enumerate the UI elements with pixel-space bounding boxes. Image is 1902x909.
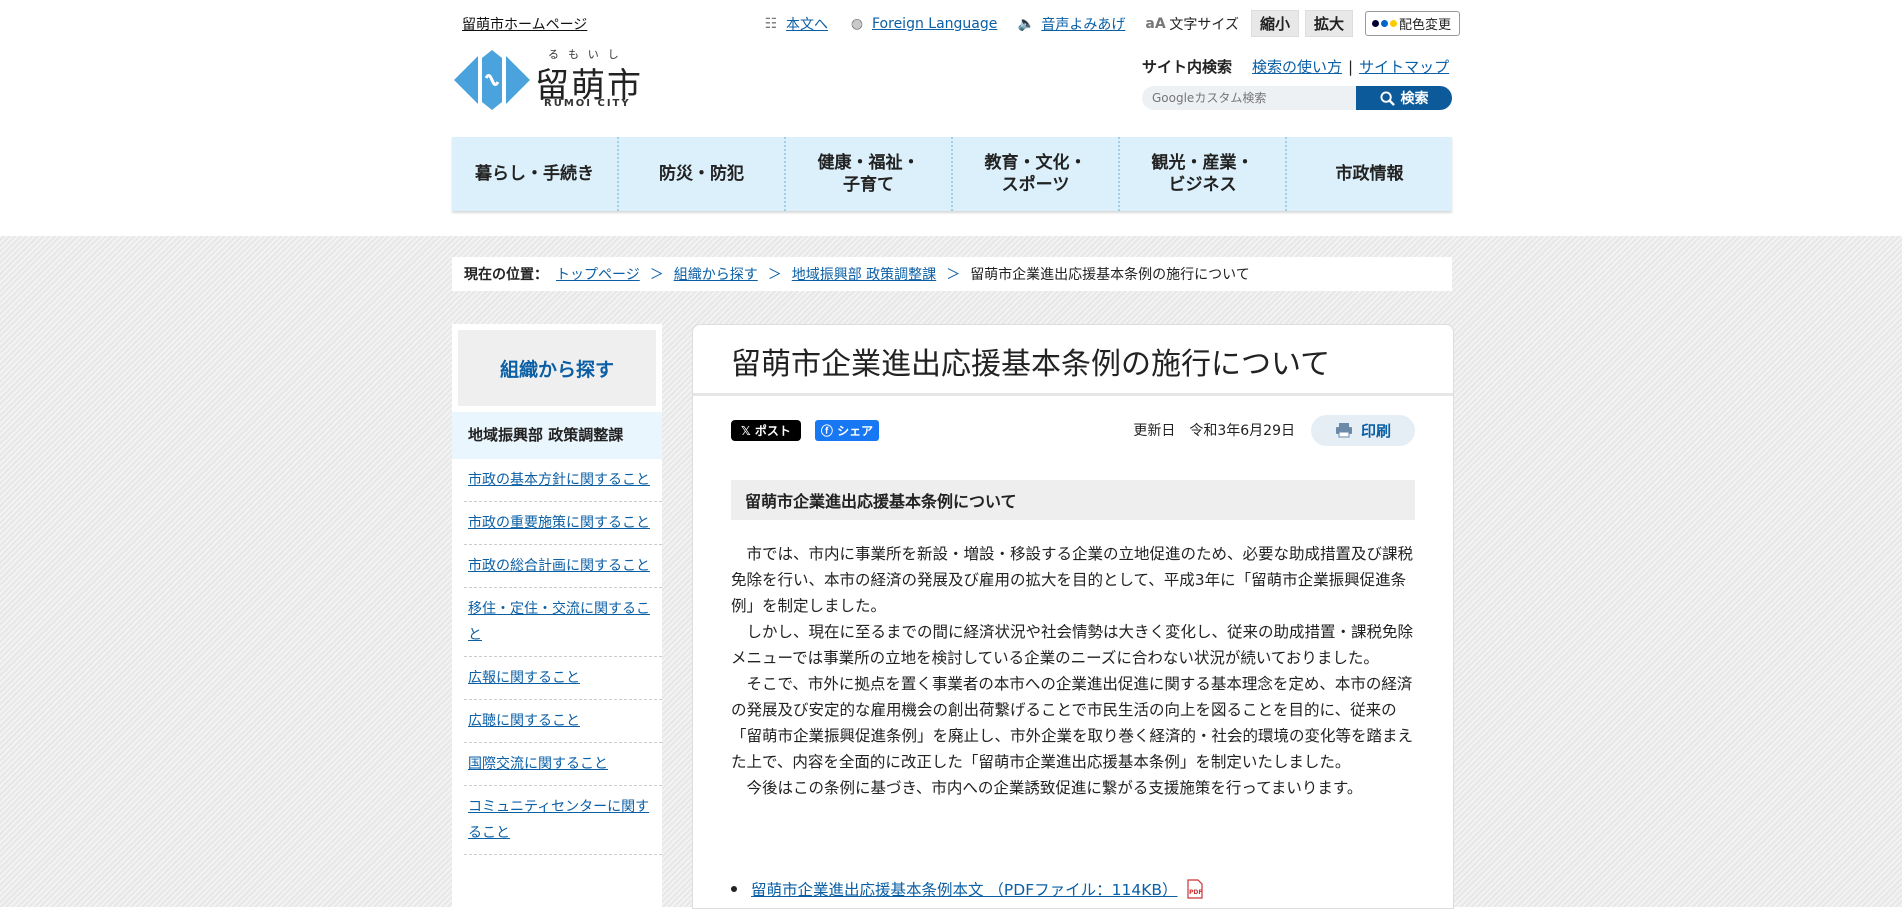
nav-item-health[interactable]: 健康・福祉・ 子育て [786, 137, 953, 211]
sitemap-link[interactable]: サイトマップ [1359, 56, 1449, 77]
search-header: サイト内検索 検索の使い方 | サイトマップ [1142, 56, 1449, 77]
paragraph: 今後はこの条例に基づき、市内への企業誘致促進に繋がる支援施策を行ってまいります。 [746, 779, 1363, 797]
page-title: 留萌市企業進出応援基本条例の施行について [693, 325, 1453, 396]
list-icon: ☷ [764, 15, 778, 32]
nav-item-tourism[interactable]: 観光・産業・ ビジネス [1120, 137, 1287, 211]
breadcrumb-item[interactable]: 組織から探す [674, 264, 758, 284]
print-button[interactable]: 印刷 [1310, 414, 1415, 446]
color-dot-icon [1390, 20, 1397, 27]
breadcrumb: 現在の位置： トップページ ＞ 組織から探す ＞ 地域振興部 政策調整課 ＞ 留… [452, 257, 1452, 291]
pdf-icon: PDF [1186, 879, 1203, 899]
chevron-right-icon: ＞ [767, 267, 782, 283]
sidebar-current[interactable]: 地域振興部 政策調整課 [452, 412, 662, 459]
home-link[interactable]: 留萌市ホームページ [462, 14, 587, 34]
sidebar-item[interactable]: 市政の総合計画に関すること [464, 545, 662, 588]
sidebar-item[interactable]: 移住・定住・交流に関すること [464, 588, 662, 657]
breadcrumb-label: 現在の位置： [464, 267, 548, 283]
sidebar-item[interactable]: 市政の基本方針に関すること [464, 459, 662, 502]
search-button[interactable]: 検索 [1356, 86, 1452, 110]
search-icon [1379, 90, 1395, 106]
nav-item-education[interactable]: 教育・文化・ スポーツ [953, 137, 1120, 211]
chevron-right-icon: ＞ [649, 267, 664, 283]
sidebar-item[interactable]: 広報に関すること [464, 657, 662, 700]
printer-icon [1335, 423, 1352, 438]
breadcrumb-current: 留萌市企業進出応援基本条例の施行について [970, 267, 1250, 283]
paragraph: そこで、市外に拠点を置く事業者の本市への企業進出促進に関する基本理念を定め、本市… [731, 675, 1414, 771]
speaker-icon: 🔈 [1017, 15, 1036, 32]
bullet-icon [731, 886, 737, 892]
font-enlarge-button[interactable]: 拡大 [1304, 10, 1353, 37]
x-post-button[interactable]: 𝕏 ポスト [731, 419, 801, 441]
paragraph: 市では、市内に事業所を新設・増設・移設する企業の立地促進のため、必要な助成措置及… [731, 545, 1414, 615]
pdf-document-link[interactable]: 留萌市企業進出応援基本条例本文 （PDFファイル：114KB） [751, 878, 1178, 900]
logo-en: RUMOI CITY [544, 98, 631, 109]
nav-item-city-info[interactable]: 市政情報 [1287, 137, 1452, 211]
paragraph: しかし、現在に至るまでの間に経済状況や社会情勢は大きく変化し、従来の助成措置・課… [731, 623, 1414, 667]
section-heading: 留萌市企業進出応援基本条例について [731, 480, 1415, 520]
search-input[interactable] [1142, 86, 1356, 110]
color-change-button[interactable]: 配色変更 [1365, 11, 1461, 36]
sidebar: 組織から探す 地域振興部 政策調整課 市政の基本方針に関すること 市政の重要施策… [452, 324, 662, 907]
font-size-label: aA 文字サイズ [1145, 15, 1239, 33]
main-content: 留萌市企業進出応援基本条例の施行について 𝕏 ポスト ⓕ シェア 更新日 令和3… [692, 324, 1454, 909]
meta-bar: 𝕏 ポスト ⓕ シェア 更新日 令和3年6月29日 印刷 [731, 414, 1415, 446]
x-icon: 𝕏 [741, 423, 755, 438]
sidebar-item[interactable]: 広聴に関すること [464, 700, 662, 743]
globe-icon: ◍ [850, 15, 864, 32]
voice-reading[interactable]: 🔈 音声よみあげ [1017, 14, 1126, 34]
global-nav: 暮らし・手続き 防災・防犯 健康・福祉・ 子育て 教育・文化・ スポーツ 観光・… [452, 137, 1452, 211]
nav-item-disaster[interactable]: 防災・防犯 [619, 137, 786, 211]
font-size-icon: aA [1145, 15, 1166, 32]
search-box: 検索 [1142, 86, 1452, 110]
chevron-right-icon: ＞ [946, 267, 961, 283]
sidebar-item[interactable]: コミュニティセンターに関すること [464, 786, 662, 855]
breadcrumb-item[interactable]: 地域振興部 政策調整課 [792, 264, 936, 284]
nav-item-living[interactable]: 暮らし・手続き [452, 137, 619, 211]
color-dot-icon [1372, 20, 1379, 27]
search-howto-link[interactable]: 検索の使い方 [1252, 56, 1342, 77]
facebook-share-button[interactable]: ⓕ シェア [814, 419, 880, 441]
breadcrumb-item[interactable]: トップページ [556, 264, 640, 284]
sidebar-item[interactable]: 国際交流に関すること [464, 743, 662, 786]
search-label: サイト内検索 [1142, 58, 1233, 76]
sidebar-item[interactable]: 市政の重要施策に関すること [464, 502, 662, 545]
foreign-language[interactable]: ◍ Foreign Language [848, 16, 997, 32]
utility-bar: ☷ 本文へ ◍ Foreign Language 🔈 音声よみあげ aA 文字サ… [762, 10, 1461, 37]
color-dot-icon [1381, 20, 1388, 27]
document-list-item: 留萌市企業進出応援基本条例本文 （PDFファイル：114KB） PDF [731, 878, 1204, 900]
facebook-icon: ⓕ [820, 423, 838, 438]
updated-date: 更新日 令和3年6月29日 [1133, 423, 1295, 439]
sidebar-title[interactable]: 組織から探す [458, 330, 656, 406]
svg-text:PDF: PDF [1189, 889, 1202, 896]
skip-to-content[interactable]: ☷ 本文へ [762, 14, 828, 34]
font-shrink-button[interactable]: 縮小 [1250, 10, 1299, 37]
article-body: 市では、市内に事業所を新設・増設・移設する企業の立地促進のため、必要な助成措置及… [731, 541, 1415, 801]
divider: | [1348, 57, 1354, 76]
